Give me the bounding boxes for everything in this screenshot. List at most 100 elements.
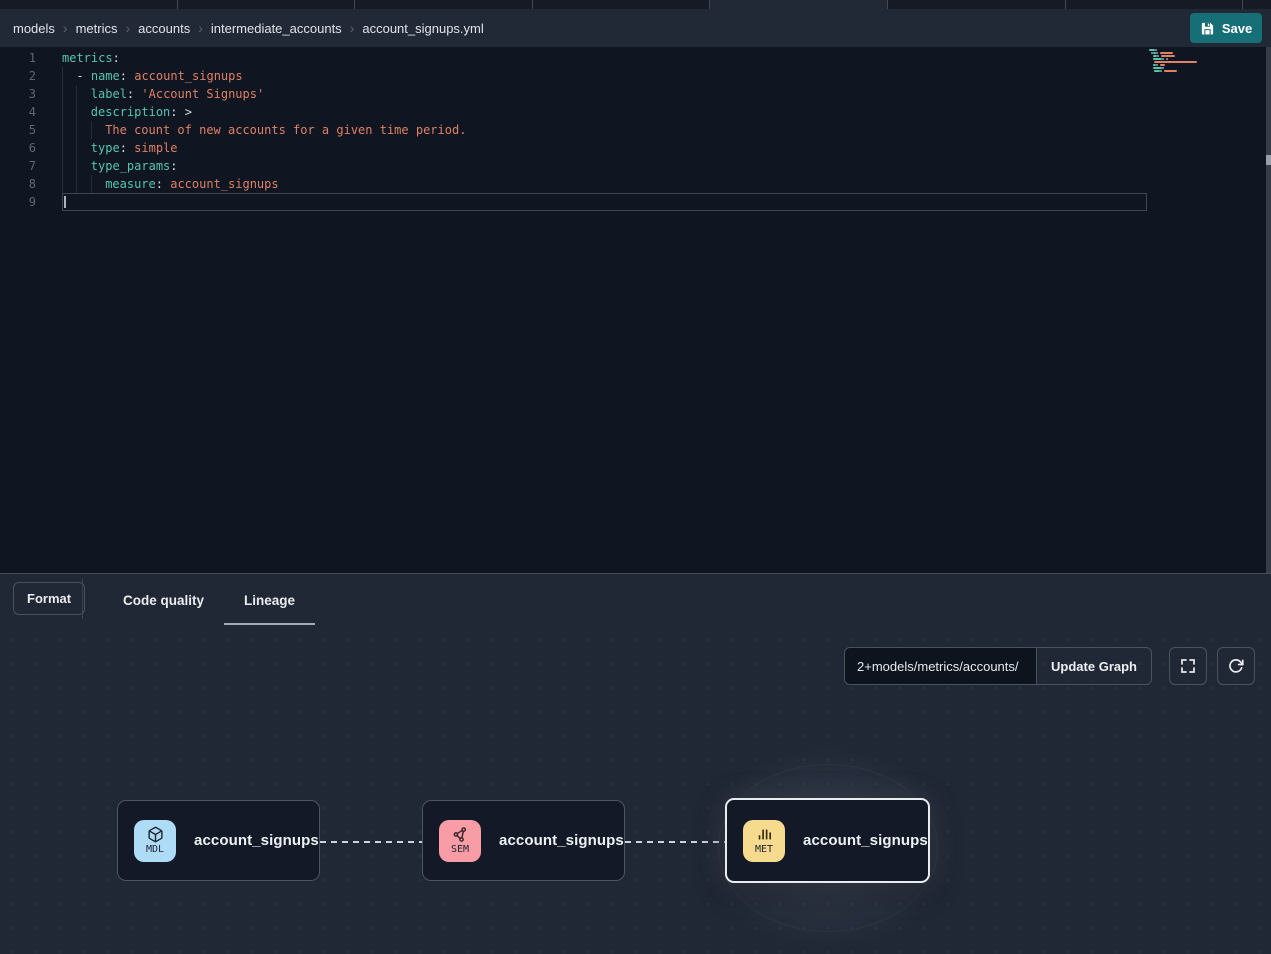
line-text: The count of new accounts for a given ti…: [62, 121, 466, 139]
code-line[interactable]: 7type_params:: [0, 157, 1271, 175]
line-text: description: >: [62, 103, 192, 121]
lineage-node-met[interactable]: MET account_signups: [725, 798, 930, 883]
fullscreen-icon: [1179, 657, 1197, 675]
node-name-label: account_signups: [499, 832, 624, 849]
editor-tab-strip: [0, 0, 1271, 9]
minimap-line: [1149, 61, 1259, 63]
breadcrumb: models › metrics › accounts › intermediate_acc…: [13, 20, 484, 36]
editor-tab-stub[interactable]: [0, 0, 178, 9]
indent-guide: [91, 175, 92, 193]
lineage-canvas[interactable]: Update Graph M: [0, 628, 1271, 954]
indent-guide: [62, 175, 63, 193]
metric-bars-icon: [756, 826, 773, 843]
panel-tabs: Code qualityLineage: [103, 574, 315, 627]
format-button[interactable]: Format: [13, 582, 85, 615]
minimap-line: [1149, 73, 1259, 75]
minimap-line: [1149, 70, 1259, 72]
minimap[interactable]: [1149, 49, 1259, 76]
node-type-label: MET: [755, 844, 773, 855]
breadcrumb-item[interactable]: intermediate_accounts: [211, 21, 342, 36]
indent-guide: [62, 85, 63, 103]
line-content: [62, 193, 1147, 211]
line-text: type: simple: [62, 139, 178, 157]
indent-guide: [91, 121, 92, 139]
breadcrumb-separator-icon: ›: [198, 20, 203, 36]
node-name-label: account_signups: [194, 832, 319, 849]
minimap-line: [1149, 49, 1259, 51]
indent-guide: [76, 103, 77, 121]
line-content: description: >: [62, 103, 1147, 121]
update-graph-button[interactable]: Update Graph: [1037, 648, 1151, 684]
breadcrumb-separator-icon: ›: [350, 20, 355, 36]
minimap-line: [1149, 55, 1259, 57]
breadcrumb-bar: models › metrics › accounts › intermediate_acc…: [0, 9, 1271, 47]
indent-guide: [76, 139, 77, 157]
line-number: 8: [0, 175, 36, 193]
node-type-label: MDL: [146, 844, 164, 855]
line-text: metrics:: [62, 49, 120, 67]
refresh-icon: [1227, 657, 1245, 675]
line-number: 6: [0, 139, 36, 157]
code-line[interactable]: 3 label: 'Account Signups': [0, 85, 1271, 103]
editor-tab-stub[interactable]: [178, 0, 356, 9]
breadcrumb-item[interactable]: metrics: [76, 21, 118, 36]
indent-guide: [62, 139, 63, 157]
indent-guide: [62, 103, 63, 121]
editor-scrollbar[interactable]: [1266, 47, 1271, 573]
code-line[interactable]: 6 type: simple: [0, 139, 1271, 157]
fullscreen-button[interactable]: [1169, 647, 1207, 685]
graph-controls: Update Graph: [844, 647, 1255, 685]
line-content: label: 'Account Signups': [62, 85, 1147, 103]
lineage-node-mdl[interactable]: MDL account_signups: [117, 800, 320, 881]
code-line[interactable]: 1 metrics:: [0, 49, 1271, 67]
code-line[interactable]: 8 measure: account_signups: [0, 175, 1271, 193]
indent-guide: [76, 157, 77, 175]
breadcrumb-item[interactable]: models: [13, 21, 55, 36]
line-number: 3: [0, 85, 36, 103]
breadcrumb-item[interactable]: account_signups.yml: [362, 21, 483, 36]
save-button[interactable]: Save: [1190, 13, 1262, 43]
editor-tab-stub[interactable]: [888, 0, 1066, 9]
node-type-label: SEM: [451, 844, 469, 855]
line-text: label: 'Account Signups': [62, 85, 264, 103]
tab-lineage[interactable]: Lineage: [224, 574, 315, 627]
graph-selector-input[interactable]: [845, 648, 1037, 684]
minimap-line: [1149, 52, 1259, 54]
lineage-node-sem[interactable]: SEM account_signups: [422, 800, 625, 881]
code-editor[interactable]: 1 metrics:2- name: account_signups3 label:…: [0, 47, 1271, 573]
breadcrumb-item[interactable]: accounts: [138, 21, 190, 36]
editor-scrollbar-thumb[interactable]: [1266, 155, 1271, 165]
indent-guide: [76, 175, 77, 193]
save-button-label: Save: [1222, 21, 1252, 36]
semantic-network-icon: [452, 826, 469, 843]
minimap-line: [1149, 64, 1259, 66]
minimap-line: [1149, 58, 1259, 60]
editor-tab-stub[interactable]: [1066, 0, 1244, 9]
line-content: type_params:: [62, 157, 1147, 175]
code-line[interactable]: 2- name: account_signups: [0, 67, 1271, 85]
panel-divider: [82, 579, 83, 619]
node-name-label: account_signups: [803, 832, 928, 849]
line-content: measure: account_signups: [62, 175, 1147, 193]
line-number: 5: [0, 121, 36, 139]
indent-guide: [76, 85, 77, 103]
editor-tab-stub[interactable]: [355, 0, 533, 9]
refresh-button[interactable]: [1217, 647, 1255, 685]
line-number: 1: [0, 49, 36, 67]
line-text: - name: account_signups: [62, 67, 243, 85]
bottom-panel: Format Code qualityLineage Update Graph: [0, 573, 1271, 954]
editor-tab-stub[interactable]: [533, 0, 711, 9]
code-line[interactable]: 9: [0, 193, 1271, 211]
code-line[interactable]: 5 The count of new accounts for a given t…: [0, 121, 1271, 139]
tab-code-quality[interactable]: Code quality: [103, 574, 224, 627]
line-text: type_params:: [62, 157, 178, 175]
editor-tab-stub[interactable]: [710, 0, 888, 9]
line-text: measure: account_signups: [62, 175, 279, 193]
indent-guide: [62, 121, 63, 139]
breadcrumb-separator-icon: ›: [63, 20, 68, 36]
line-content: - name: account_signups: [62, 67, 1147, 85]
breadcrumb-separator-icon: ›: [125, 20, 130, 36]
code-line[interactable]: 4description: >: [0, 103, 1271, 121]
editor-tab-stub[interactable]: [1243, 0, 1271, 9]
node-type-badge: MET: [743, 820, 785, 862]
